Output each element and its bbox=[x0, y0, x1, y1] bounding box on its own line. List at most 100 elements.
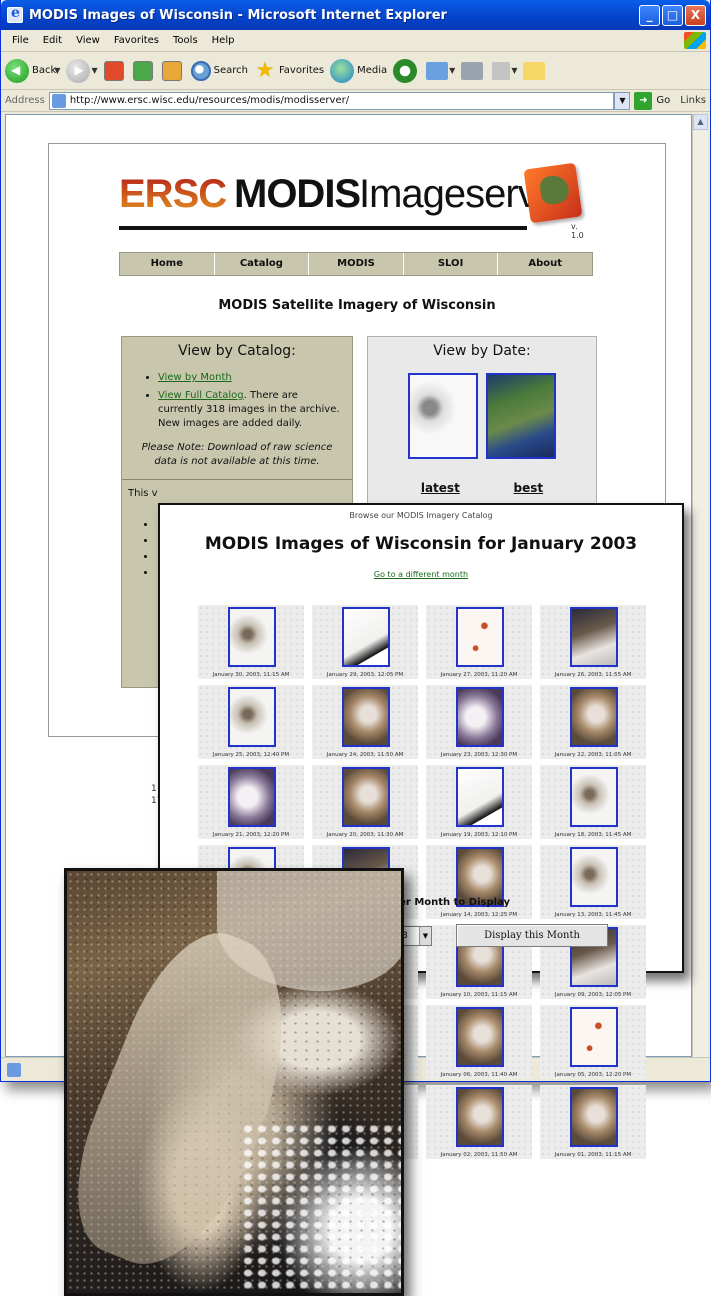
thumbnail-cell[interactable]: January 22, 2003, 11:05 AM bbox=[540, 685, 646, 759]
media-button[interactable]: Media bbox=[330, 58, 387, 83]
thumbnail-caption: January 29, 2003, 12:05 PM bbox=[326, 672, 404, 678]
mail-button[interactable]: ▼ bbox=[426, 61, 455, 80]
thumbnail-cell[interactable]: January 23, 2003, 12:30 PM bbox=[426, 685, 532, 759]
menu-favorites[interactable]: Favorites bbox=[107, 35, 166, 46]
thumbnail-cell[interactable]: January 02, 2003, 11:50 AM bbox=[426, 1085, 532, 1159]
thumbnail-caption: January 30, 2003, 11:15 AM bbox=[212, 672, 290, 678]
menu-file[interactable]: File bbox=[5, 35, 36, 46]
thumbnail-cell[interactable]: January 20, 2003, 11:30 AM bbox=[312, 765, 418, 839]
thumbnail-cell[interactable]: January 21, 2003, 12:20 PM bbox=[198, 765, 304, 839]
thumbnail-image[interactable] bbox=[570, 1007, 618, 1067]
thumbnail-image[interactable] bbox=[570, 847, 618, 907]
view-full-catalog-link[interactable]: View Full Catalog bbox=[158, 390, 244, 401]
latest-image-thumbnail[interactable] bbox=[408, 373, 478, 459]
page-icon bbox=[51, 93, 66, 108]
close-button[interactable]: X bbox=[685, 4, 706, 26]
thumbnail-cell[interactable]: January 06, 2003, 11:40 AM bbox=[426, 1005, 532, 1079]
thumbnail-image[interactable] bbox=[228, 767, 276, 827]
folder-icon bbox=[523, 61, 546, 80]
links-button[interactable]: Links bbox=[680, 95, 706, 106]
thumbnail-image[interactable] bbox=[342, 767, 390, 827]
forward-dropdown-icon[interactable]: ▼ bbox=[91, 66, 97, 75]
search-button[interactable]: Search bbox=[190, 60, 248, 81]
thumbnail-caption: January 06, 2003, 11:40 AM bbox=[440, 1072, 518, 1078]
site-nav: Home Catalog MODIS SLOI About bbox=[119, 252, 593, 276]
thumbnail-caption: January 02, 2003, 11:50 AM bbox=[440, 1152, 518, 1158]
go-arrow-icon: ➜ bbox=[634, 91, 653, 110]
thumbnail-cell[interactable]: January 18, 2003, 11:45 AM bbox=[540, 765, 646, 839]
history-button[interactable] bbox=[393, 58, 420, 83]
thumbnail-cell[interactable]: January 29, 2003, 12:05 PM bbox=[312, 605, 418, 679]
minimize-button[interactable]: _ bbox=[639, 4, 660, 26]
thumbnail-image[interactable] bbox=[570, 607, 618, 667]
latest-link[interactable]: latest bbox=[421, 481, 460, 495]
menu-view[interactable]: View bbox=[69, 35, 107, 46]
edit-dropdown-icon[interactable]: ▼ bbox=[511, 66, 517, 75]
forward-button[interactable]: ▼ bbox=[66, 58, 98, 83]
mail-dropdown-icon[interactable]: ▼ bbox=[449, 66, 455, 75]
thumbnail-cell[interactable]: January 19, 2003, 12:10 PM bbox=[426, 765, 532, 839]
thumbnail-caption: January 09, 2003, 12:05 PM bbox=[554, 992, 632, 998]
back-arrow-icon bbox=[5, 58, 29, 83]
catalog-panel-title: View by Catalog: bbox=[178, 343, 296, 359]
maximize-button[interactable]: □ bbox=[662, 4, 683, 26]
thumbnail-image[interactable] bbox=[570, 1087, 618, 1147]
go-button[interactable]: ➜ Go bbox=[634, 91, 670, 110]
favorites-button[interactable]: ★ Favorites bbox=[254, 57, 324, 83]
nav-modis[interactable]: MODIS bbox=[309, 253, 404, 275]
catalog-title: MODIS Images of Wisconsin for January 20… bbox=[204, 534, 638, 554]
edit-button[interactable]: ▼ bbox=[492, 61, 517, 80]
refresh-button[interactable] bbox=[132, 60, 156, 81]
date-thumbnails bbox=[368, 373, 596, 459]
display-month-button[interactable]: Display this Month bbox=[456, 924, 608, 947]
thumbnail-image[interactable] bbox=[342, 687, 390, 747]
best-image-thumbnail[interactable] bbox=[486, 373, 556, 459]
menu-edit[interactable]: Edit bbox=[36, 35, 69, 46]
thumbnail-image[interactable] bbox=[456, 767, 504, 827]
nav-home[interactable]: Home bbox=[120, 253, 215, 275]
thumbnail-image[interactable] bbox=[570, 687, 618, 747]
thumbnail-cell[interactable]: January 13, 2003, 11:45 AM bbox=[540, 845, 646, 919]
date-panel-title: View by Date: bbox=[433, 343, 531, 359]
thumbnail-cell[interactable]: January 30, 2003, 11:15 AM bbox=[198, 605, 304, 679]
thumbnail-image[interactable] bbox=[456, 687, 504, 747]
thumbnail-image[interactable] bbox=[228, 607, 276, 667]
nav-catalog[interactable]: Catalog bbox=[215, 253, 310, 275]
nav-sloi[interactable]: SLOI bbox=[404, 253, 499, 275]
scroll-up-icon[interactable]: ▲ bbox=[693, 114, 708, 130]
thumbnail-cell[interactable]: January 05, 2003, 12:20 PM bbox=[540, 1005, 646, 1079]
menu-tools[interactable]: Tools bbox=[166, 35, 205, 46]
folder-button[interactable] bbox=[523, 61, 548, 80]
vertical-scrollbar[interactable]: ▲ bbox=[692, 114, 708, 1057]
thumbnail-image[interactable] bbox=[456, 1087, 504, 1147]
different-month-link[interactable]: Go to a different month bbox=[160, 570, 682, 579]
thumbnail-caption: January 26, 2003, 11:55 AM bbox=[554, 672, 632, 678]
home-button[interactable] bbox=[161, 60, 185, 81]
nav-about[interactable]: About bbox=[498, 253, 592, 275]
thumbnail-cell[interactable]: January 01, 2003, 11:15 AM bbox=[540, 1085, 646, 1159]
thumbnail-image[interactable] bbox=[342, 607, 390, 667]
stop-button[interactable] bbox=[103, 60, 127, 81]
chevron-down-icon[interactable]: ▼ bbox=[419, 927, 431, 945]
back-button[interactable]: Back ▼ bbox=[5, 58, 60, 83]
thumbnail-cell[interactable]: January 26, 2003, 11:55 AM bbox=[540, 605, 646, 679]
thumbnail-image[interactable] bbox=[228, 687, 276, 747]
menu-help[interactable]: Help bbox=[205, 35, 242, 46]
thumbnail-caption: January 10, 2003, 11:15 AM bbox=[440, 992, 518, 998]
thumbnail-image[interactable] bbox=[570, 767, 618, 827]
view-by-month-link[interactable]: View by Month bbox=[158, 372, 232, 383]
back-dropdown-icon[interactable]: ▼ bbox=[54, 66, 60, 75]
thumbnail-image[interactable] bbox=[456, 1007, 504, 1067]
address-input[interactable]: http://www.ersc.wisc.edu/resources/modis… bbox=[48, 91, 615, 110]
address-dropdown-icon[interactable]: ▼ bbox=[614, 91, 631, 110]
favorites-star-icon: ★ bbox=[255, 57, 275, 83]
thumbnail-cell[interactable]: January 27, 2003, 11:20 AM bbox=[426, 605, 532, 679]
thumbnail-image[interactable] bbox=[456, 607, 504, 667]
thumbnail-cell[interactable]: January 25, 2003, 12:40 PM bbox=[198, 685, 304, 759]
thumbnail-row: January 30, 2003, 11:15 AM January 29, 20… bbox=[198, 605, 646, 679]
print-button[interactable] bbox=[461, 61, 486, 80]
address-bar: Address http://www.ersc.wisc.edu/resourc… bbox=[1, 90, 710, 112]
thumbnail-cell[interactable]: January 24, 2003, 11:50 AM bbox=[312, 685, 418, 759]
list-item: View by Month bbox=[158, 371, 342, 385]
best-link[interactable]: best bbox=[514, 481, 544, 495]
